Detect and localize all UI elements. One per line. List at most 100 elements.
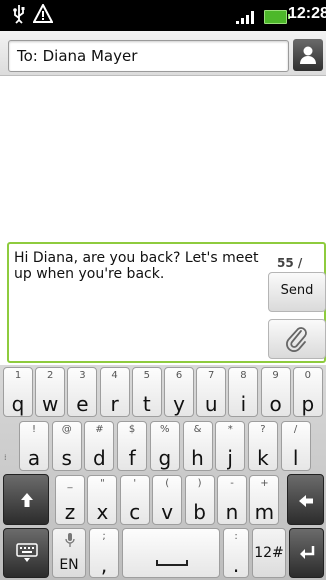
key-g[interactable]: % g <box>149 421 180 471</box>
clock: 12:28 <box>288 5 326 22</box>
key-hint: _ <box>67 478 73 489</box>
key-k[interactable]: ? k <box>247 421 278 471</box>
status-bar: 12:28 <box>0 0 326 31</box>
key-label: f <box>128 446 136 470</box>
key-hint: - <box>230 478 234 489</box>
key-label: o <box>269 392 282 416</box>
key-a[interactable]: ! a <box>19 421 49 471</box>
key-hint: ( <box>165 478 170 489</box>
key-u[interactable]: 7u <box>196 367 227 417</box>
key-label: h <box>191 446 204 470</box>
symbols-key[interactable]: 12# <box>252 528 286 578</box>
language-label: EN <box>59 557 79 573</box>
enter-key[interactable] <box>289 528 324 578</box>
send-button[interactable]: Send <box>268 272 326 312</box>
key-f[interactable]: $ f <box>117 421 148 471</box>
key-hint: 8 <box>240 370 247 381</box>
key-r[interactable]: 4r <box>99 367 130 417</box>
key-hint: % <box>160 424 170 435</box>
keyboard-grip: ⁞ <box>4 453 7 462</box>
key-label: s <box>61 446 72 470</box>
battery-icon <box>264 10 290 24</box>
key-label: x <box>96 500 109 524</box>
key-hint: / <box>293 424 298 435</box>
key-hint: ; <box>102 531 106 542</box>
add-contact-button[interactable] <box>293 39 323 71</box>
key-hint: 7 <box>208 370 215 381</box>
key-hint: 3 <box>79 370 86 381</box>
recipient-header: To: Diana Mayer <box>0 31 326 76</box>
keyboard-switch-key[interactable] <box>3 528 49 578</box>
message-input[interactable]: Hi Diana, are you back? Let's meet up wh… <box>14 250 264 282</box>
key-hint: ' <box>133 478 137 489</box>
key-label: g <box>158 446 172 470</box>
key-hint: " <box>100 478 105 489</box>
key-hint: 5 <box>143 370 150 381</box>
key-q[interactable]: 1q <box>3 367 33 417</box>
space-key[interactable] <box>122 528 220 578</box>
key-b[interactable]: ) b <box>184 475 215 525</box>
contact-icon <box>300 46 316 64</box>
key-o[interactable]: 9o <box>260 367 291 417</box>
shift-key[interactable] <box>3 474 49 525</box>
key-label: n <box>225 500 239 524</box>
signal-icon <box>236 11 258 24</box>
key-label: d <box>93 446 106 470</box>
compose-box: Hi Diana, are you back? Let's meet up wh… <box>7 242 326 363</box>
key-hint: # <box>95 424 104 435</box>
key-label: a <box>27 446 41 470</box>
keyboard: 1q2w3e4r5t6y7u8i9o0p ! a @ s # d $ f% g & h * j? k / l … <box>0 365 326 580</box>
key-comma[interactable]: ; , <box>89 528 119 578</box>
key-t[interactable]: 5t <box>131 367 162 417</box>
key-i[interactable]: 8i <box>228 367 259 417</box>
paperclip-icon <box>286 327 307 352</box>
key-label: z <box>64 500 76 524</box>
key-label: y <box>173 392 185 416</box>
key-e[interactable]: 3e <box>67 367 98 417</box>
key-hint: ? <box>260 424 266 435</box>
key-z[interactable]: _ z <box>55 475 85 525</box>
enter-icon <box>300 546 315 559</box>
key-label: j <box>227 446 233 470</box>
key-label: i <box>240 392 247 416</box>
backspace-icon <box>299 495 313 507</box>
key-m[interactable]: + m <box>249 475 280 525</box>
key-period[interactable]: : . <box>223 528 249 578</box>
key-hint: 2 <box>47 370 54 381</box>
key-label: b <box>193 500 206 524</box>
key-x[interactable]: " x <box>87 475 118 525</box>
key-label: l <box>292 446 299 470</box>
key-hint: ) <box>197 478 202 489</box>
key-label: . <box>232 553 240 577</box>
key-hint: 0 <box>304 370 311 381</box>
key-label: k <box>257 446 269 470</box>
key-label: c <box>129 500 141 524</box>
recipient-field[interactable]: To: Diana Mayer <box>8 40 289 72</box>
key-v[interactable]: (v <box>152 475 183 525</box>
key-p[interactable]: 0p <box>292 367 323 417</box>
backspace-key[interactable] <box>287 474 324 525</box>
key-h[interactable]: & h <box>182 421 213 471</box>
key-hint: 4 <box>111 370 118 381</box>
recipient-text: To: Diana Mayer <box>17 47 138 65</box>
attach-button[interactable] <box>268 319 326 359</box>
key-s[interactable]: @ s <box>51 421 82 471</box>
key-w[interactable]: 2w <box>35 367 66 417</box>
key-n[interactable]: -n <box>217 475 247 525</box>
key-hint: ! <box>31 424 36 435</box>
key-c[interactable]: ' c <box>119 475 150 525</box>
key-j[interactable]: * j <box>215 421 246 471</box>
message-thread <box>0 77 326 241</box>
space-icon <box>156 560 188 566</box>
shift-arrow-icon <box>21 493 33 507</box>
key-l[interactable]: / l <box>280 421 311 471</box>
key-label: u <box>204 392 218 416</box>
key-label: e <box>76 392 89 416</box>
warning-icon <box>32 2 54 28</box>
key-y[interactable]: 6y <box>164 367 194 417</box>
language-mic-key[interactable]: EN <box>52 528 86 578</box>
key-d[interactable]: # d <box>84 421 115 471</box>
key-hint: + <box>260 478 269 489</box>
keyboard-icon <box>16 543 38 562</box>
key-hint: : <box>234 531 238 542</box>
